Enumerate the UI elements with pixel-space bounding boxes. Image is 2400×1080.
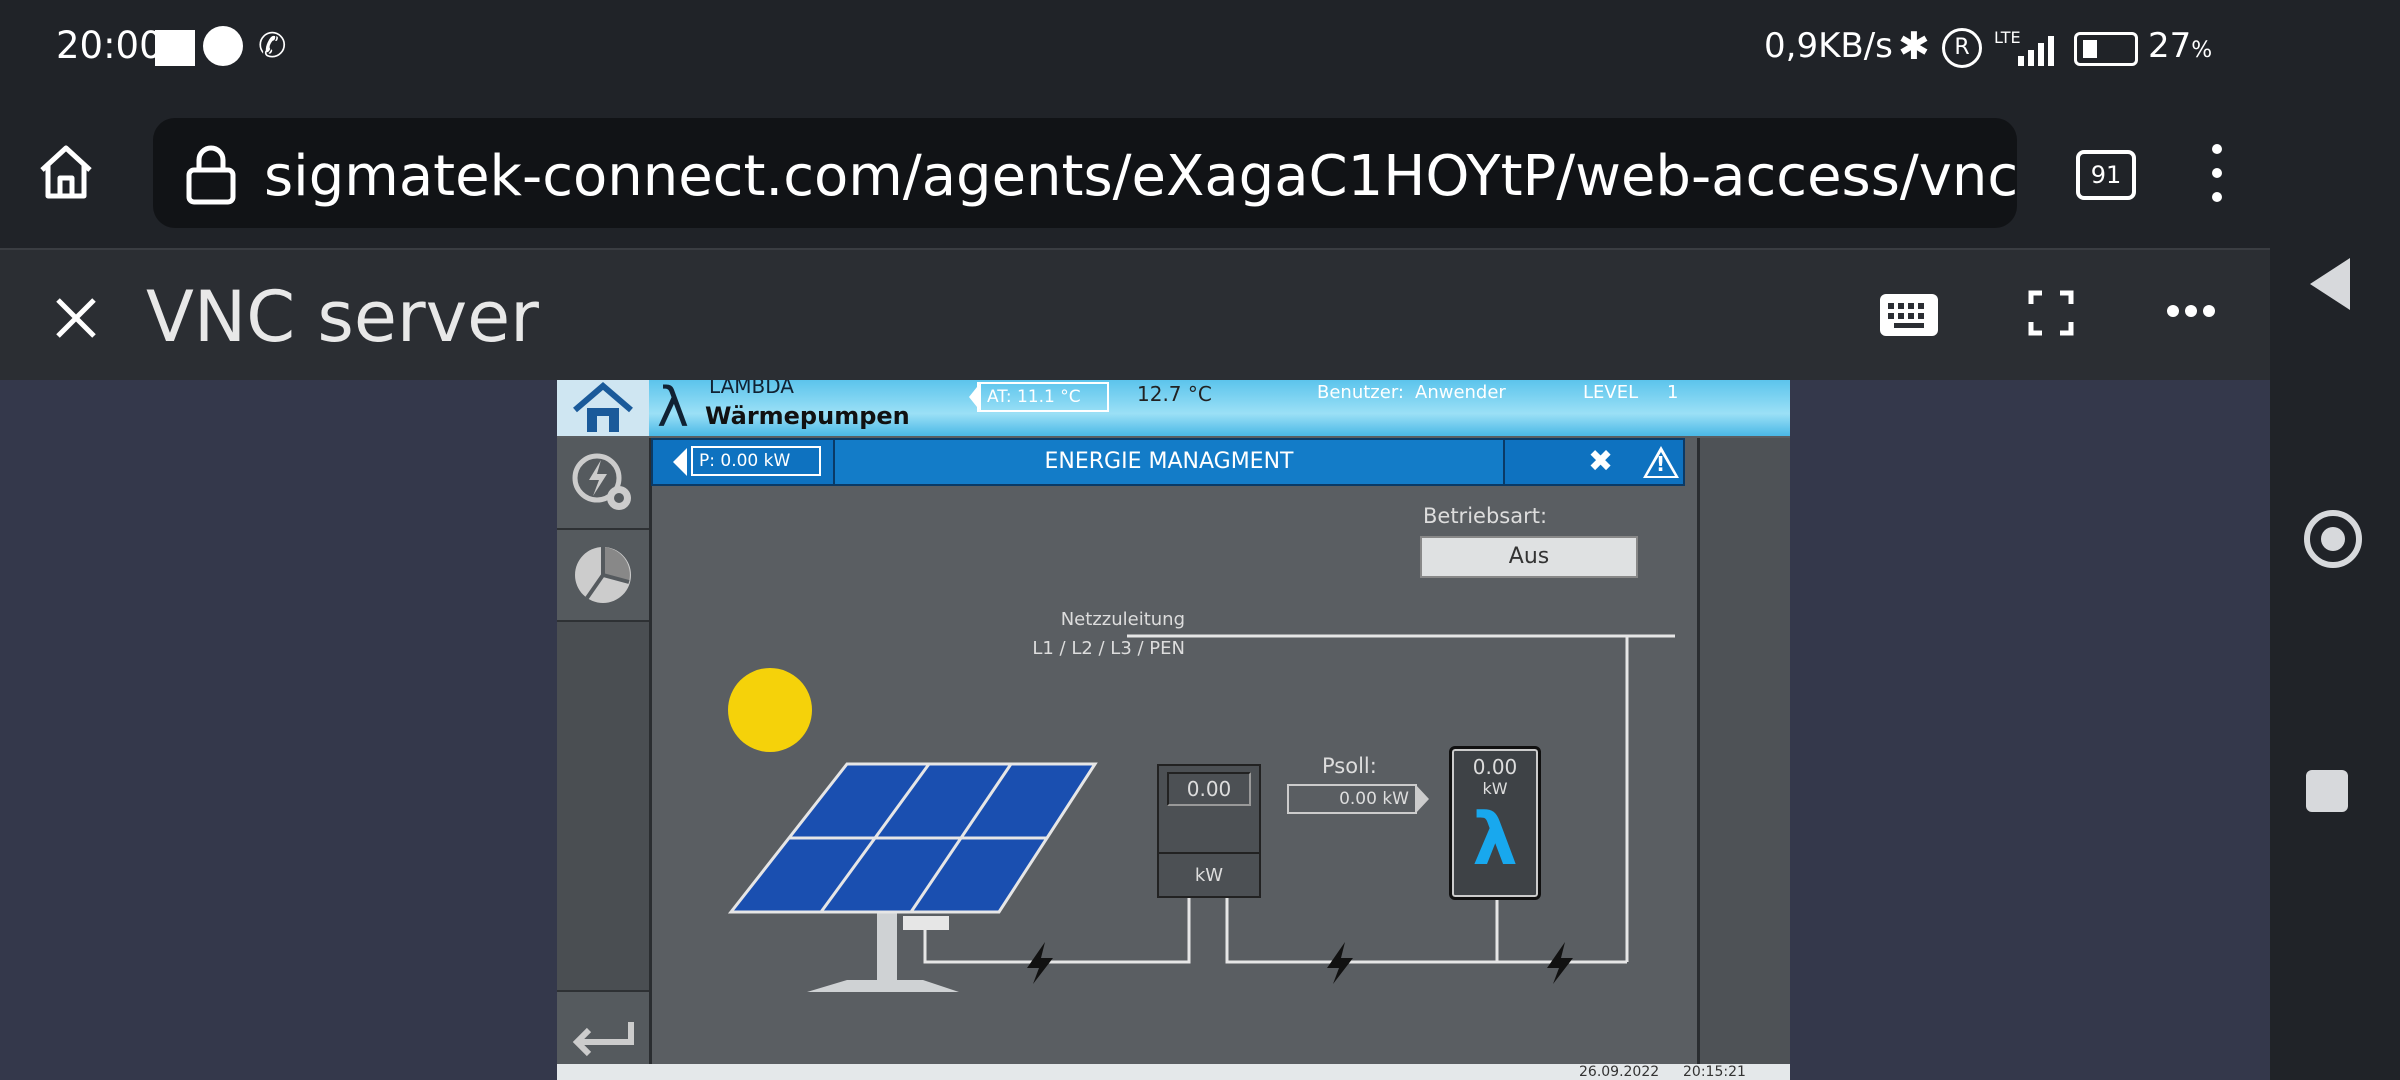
signal-icon [2018,36,2054,66]
hp-unit: kW [1482,779,1508,798]
browser-menu-icon[interactable] [2205,144,2229,204]
registered-icon: R [1942,28,1982,68]
notification-icon [155,30,195,66]
back-icon[interactable] [2310,258,2350,310]
hmi-footer: 26.09.2022 20:15:21 [557,1064,1790,1080]
mode-select[interactable]: Aus [1420,536,1638,578]
date: 26.09.2022 [1579,1064,1660,1080]
close-icon[interactable] [46,288,106,348]
psoll-arrow-icon [1415,784,1429,814]
browser-toolbar: sigmatek-connect.com/agents/eXagaC1HOYtP… [0,100,2270,250]
data-rate: 0,9KB/s [1764,26,1893,66]
recent-apps-icon[interactable] [2306,770,2348,812]
vnc-header: VNC server [0,250,2270,380]
alarm-icon [203,26,243,66]
psoll-value[interactable]: 0.00 kW [1287,784,1417,814]
vnc-viewport: λ LAMBDA Wärmepumpen AT: 11.1 °C 12.7 °C… [0,380,2270,1080]
more-options-icon[interactable] [2166,304,2216,318]
energy-diagram [727,634,1675,992]
vnc-title: VNC server [146,276,539,358]
hp-wire [1225,892,1499,964]
status-bar: 20:00 ✆ 0,9KB/s ✱ R LTE 27% [0,0,2270,100]
grid-label: Netzzuleitung [1060,609,1185,630]
heat-pump[interactable]: 0.00 kW λ [1449,746,1541,900]
tab-switcher-button[interactable]: 91 [2076,150,2136,200]
clock: 20:15:21 [1683,1064,1746,1080]
meter-unit: kW [1159,852,1259,898]
lightning-icon [1547,942,1573,984]
meter-value: 0.00 [1167,772,1251,806]
lambda-icon: λ [1472,797,1518,881]
lightning-icon [1027,942,1053,984]
energy-meter[interactable]: 0.00 kW [1157,764,1261,898]
system-nav-bar [2270,0,2400,1080]
lock-icon [186,145,236,205]
battery-icon [2074,32,2138,66]
pv-base [807,980,959,992]
fullscreen-icon[interactable] [2028,290,2074,336]
home-icon[interactable] [34,140,98,204]
grid-phases: L1 / L2 / L3 / PEN [1032,638,1185,659]
lightning-icon [1327,942,1353,984]
bluetooth-icon: ✱ [1898,24,1930,68]
home-nav-icon[interactable] [2304,510,2362,568]
psoll-label: Psoll: [1322,754,1377,778]
mode-label: Betriebsart: [1423,504,1548,528]
battery-level [2083,40,2097,58]
sun-icon [728,668,812,752]
keyboard-icon[interactable] [1880,294,1938,336]
battery-percent: 27% [2148,26,2213,66]
address-bar[interactable]: sigmatek-connect.com/agents/eXagaC1HOYtP… [153,118,2017,228]
hmi-screen[interactable]: λ LAMBDA Wärmepumpen AT: 11.1 °C 12.7 °C… [557,380,1790,1080]
pv-stand [877,908,897,982]
hp-value: 0.00 [1472,755,1518,779]
url-text: sigmatek-connect.com/agents/eXagaC1HOYtP… [264,144,2017,209]
pv-box [903,916,949,930]
home-nav-dot [2321,527,2345,551]
call-forward-icon: ✆ [258,26,287,66]
status-time: 20:00 [56,24,163,67]
